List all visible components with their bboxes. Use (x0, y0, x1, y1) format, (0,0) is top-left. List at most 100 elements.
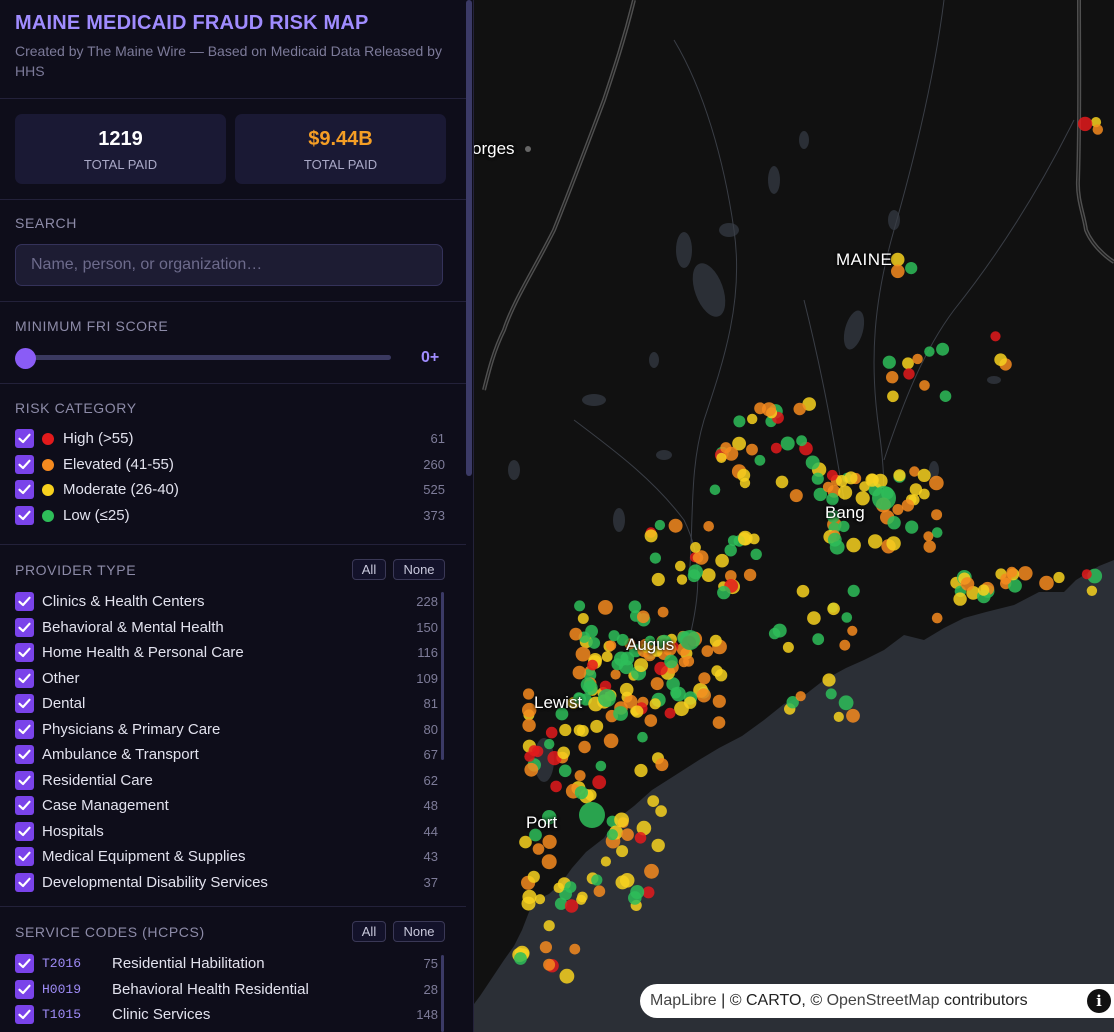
provider-marker[interactable] (524, 762, 539, 777)
provider-marker[interactable] (588, 637, 601, 649)
provider-marker[interactable] (1053, 571, 1065, 584)
provider-marker[interactable] (650, 677, 664, 691)
provider-marker[interactable] (664, 707, 676, 719)
provider-marker[interactable] (634, 763, 648, 778)
provider-type-none-button[interactable]: None (393, 559, 445, 580)
provider-marker[interactable] (931, 509, 943, 521)
provider-marker[interactable] (994, 353, 1007, 367)
provider-marker[interactable] (675, 560, 686, 572)
provider-marker[interactable] (577, 613, 589, 624)
provider-marker[interactable] (709, 634, 722, 647)
provider-marker[interactable] (613, 706, 628, 721)
service-code-row[interactable]: T2016 Residential Habilitation 75 (15, 954, 438, 974)
provider-marker[interactable] (919, 380, 930, 391)
provider-marker[interactable] (576, 894, 587, 905)
provider-marker[interactable] (750, 548, 762, 560)
provider-marker[interactable] (882, 355, 896, 369)
provider-marker[interactable] (647, 795, 660, 807)
provider-marker[interactable] (827, 532, 842, 547)
provider-marker[interactable] (534, 894, 546, 905)
info-icon[interactable]: i (1087, 989, 1111, 1013)
provider-marker[interactable] (593, 885, 606, 897)
provider-marker[interactable] (939, 390, 952, 403)
provider-marker[interactable] (841, 612, 853, 623)
provider-marker[interactable] (746, 443, 758, 456)
provider-marker[interactable] (780, 436, 795, 451)
provider-cluster-marker[interactable] (680, 630, 700, 650)
provider-marker[interactable] (789, 489, 803, 503)
provider-marker[interactable] (887, 516, 901, 530)
checkbox[interactable] (15, 617, 34, 637)
checkbox[interactable] (15, 719, 34, 739)
provider-marker[interactable] (1006, 566, 1018, 578)
provider-marker[interactable] (559, 968, 575, 984)
checkbox[interactable] (15, 954, 34, 973)
provider-marker[interactable] (1086, 585, 1098, 596)
provider-marker[interactable] (936, 342, 950, 356)
provider-marker[interactable] (690, 542, 701, 553)
provider-marker[interactable] (838, 485, 853, 500)
provider-marker[interactable] (527, 870, 540, 883)
provider-marker[interactable] (743, 568, 757, 582)
provider-marker[interactable] (761, 402, 777, 417)
map-canvas[interactable]: orges MAINE Bang Augus Lewist Port (474, 0, 1114, 1032)
provider-marker[interactable] (606, 829, 618, 841)
provider-marker[interactable] (698, 672, 711, 685)
provider-marker[interactable] (754, 454, 766, 466)
provider-marker[interactable] (1092, 124, 1103, 135)
provider-marker[interactable] (715, 553, 729, 568)
provider-marker[interactable] (590, 719, 604, 733)
score-slider-track[interactable] (25, 355, 391, 360)
provider-marker[interactable] (644, 714, 658, 727)
provider-marker[interactable] (901, 499, 915, 512)
provider-marker[interactable] (796, 435, 807, 447)
checkbox[interactable] (15, 847, 34, 866)
provider-marker[interactable] (553, 882, 564, 893)
sidebar-scrollbar[interactable] (466, 0, 472, 476)
risk-category-row[interactable]: Elevated (41-55) 260 (15, 454, 445, 475)
provider-marker[interactable] (634, 832, 647, 844)
provider-type-row[interactable]: Ambulance & Transport 67 (15, 745, 438, 765)
provider-marker[interactable] (770, 442, 782, 454)
provider-marker[interactable] (631, 705, 644, 718)
provider-marker[interactable] (668, 518, 683, 533)
provider-marker[interactable] (827, 602, 840, 616)
provider-marker[interactable] (1081, 569, 1092, 580)
provider-marker[interactable] (678, 656, 690, 668)
provider-marker[interactable] (703, 521, 714, 532)
checkbox[interactable] (15, 592, 34, 611)
provider-marker[interactable] (1077, 116, 1093, 132)
risk-category-row[interactable]: Low (≤25) 373 (15, 505, 445, 526)
provider-marker[interactable] (811, 472, 824, 485)
provider-marker[interactable] (539, 941, 552, 954)
risk-category-row[interactable]: High (>55) 61 (15, 429, 445, 449)
provider-type-row[interactable]: Dental 81 (15, 694, 438, 714)
provider-marker[interactable] (543, 958, 556, 971)
provider-marker[interactable] (893, 469, 906, 482)
provider-marker[interactable] (651, 572, 665, 587)
provider-type-row[interactable]: Hospitals 44 (15, 821, 438, 842)
provider-marker[interactable] (917, 468, 931, 482)
provider-marker[interactable] (574, 786, 588, 800)
provider-cluster-marker[interactable] (872, 486, 896, 510)
provider-type-row[interactable]: Behavioral & Mental Health 150 (15, 617, 438, 638)
service-code-row[interactable]: H0019 Behavioral Health Residential 28 (15, 979, 438, 1000)
provider-marker[interactable] (644, 529, 658, 543)
provider-marker[interactable] (655, 758, 669, 772)
provider-marker[interactable] (541, 854, 557, 870)
provider-marker[interactable] (637, 731, 648, 743)
provider-marker[interactable] (649, 698, 661, 710)
provider-marker[interactable] (532, 843, 545, 855)
provider-marker[interactable] (844, 471, 858, 485)
provider-marker[interactable] (905, 262, 918, 275)
provider-marker[interactable] (601, 651, 613, 662)
provider-marker[interactable] (637, 610, 650, 624)
provider-marker[interactable] (644, 863, 659, 879)
provider-marker[interactable] (747, 413, 758, 425)
service-codes-all-button[interactable]: All (352, 921, 386, 942)
provider-marker[interactable] (614, 812, 629, 828)
provider-marker[interactable] (610, 669, 621, 680)
provider-marker[interactable] (720, 442, 732, 454)
provider-marker[interactable] (905, 520, 919, 534)
provider-marker[interactable] (772, 623, 787, 638)
